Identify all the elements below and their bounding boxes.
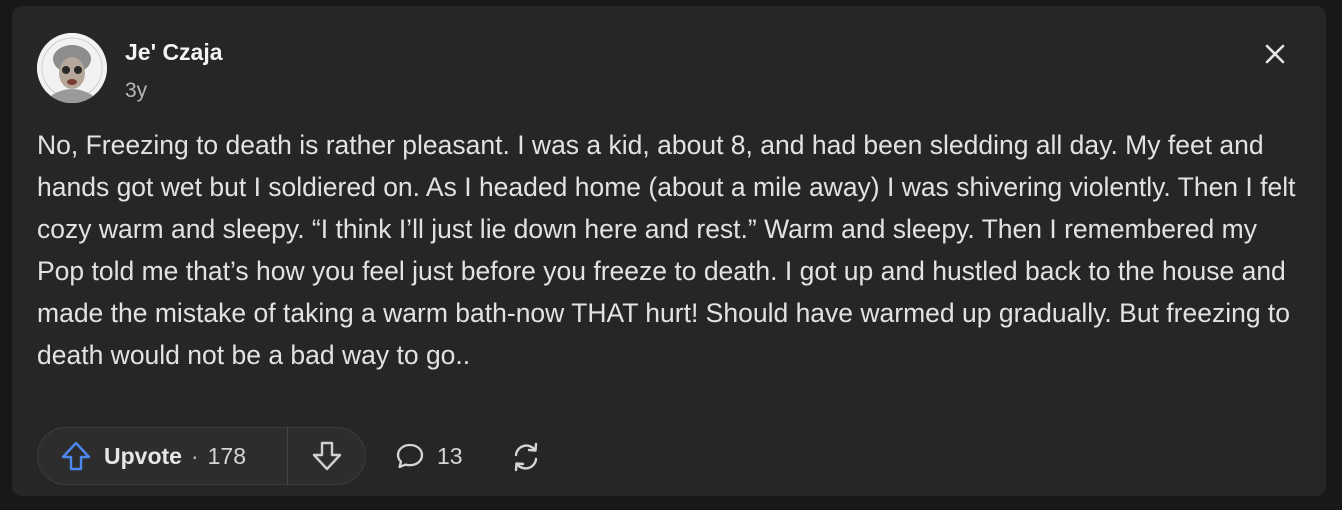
- close-button[interactable]: [1257, 36, 1293, 72]
- comment-icon: [396, 443, 424, 469]
- upvote-button[interactable]: Upvote · 178: [38, 428, 288, 484]
- upvote-separator: ·: [190, 442, 199, 469]
- upvote-count: 178: [207, 442, 246, 469]
- avatar-image: [37, 33, 107, 103]
- arrow-down-icon: [312, 441, 341, 471]
- avatar[interactable]: [37, 33, 107, 103]
- comments-button[interactable]: 13: [395, 438, 463, 474]
- vote-controls: Upvote · 178: [37, 427, 366, 485]
- answer-body: No, Freezing to death is rather pleasant…: [37, 130, 1296, 370]
- author-name[interactable]: Je' Czaja: [125, 39, 223, 66]
- repost-button[interactable]: [508, 439, 544, 475]
- upvote-label: Upvote: [104, 442, 182, 469]
- comment-count: 13: [437, 442, 463, 469]
- close-icon: [1265, 44, 1285, 64]
- downvote-button[interactable]: [288, 428, 365, 484]
- answer-card: Je' Czaja 3y No, Freezing to death is ra…: [12, 6, 1326, 496]
- arrow-up-icon: [61, 441, 91, 471]
- repost-icon: [514, 442, 538, 472]
- post-age[interactable]: 3y: [125, 79, 147, 103]
